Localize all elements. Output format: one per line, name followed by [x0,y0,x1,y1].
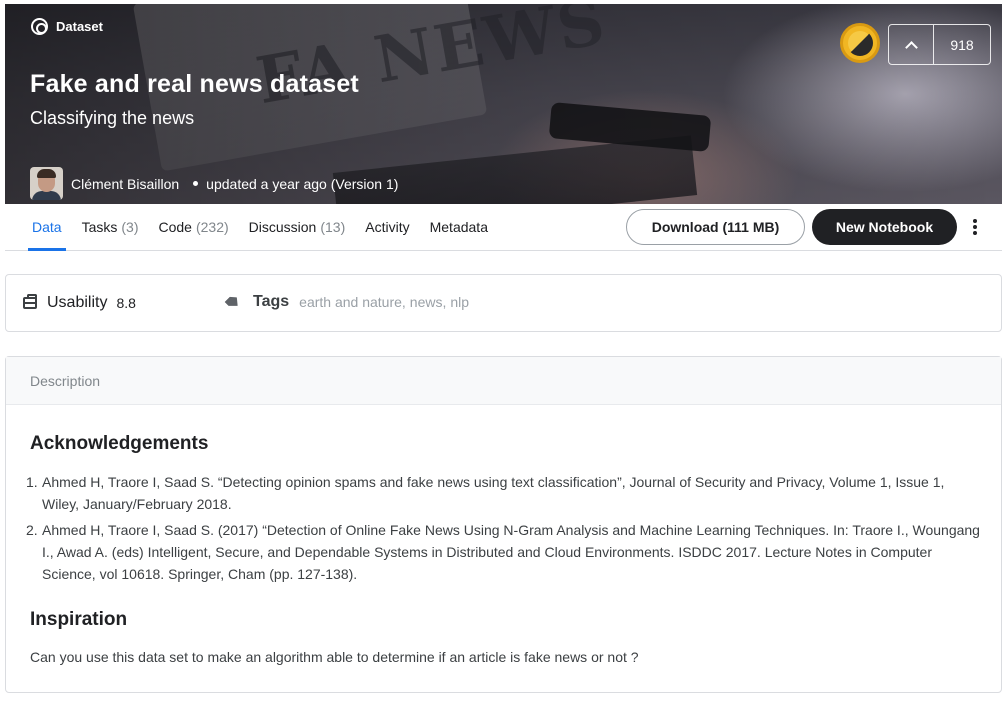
tag-link[interactable]: earth and nature [299,294,402,310]
usability-label: Usability [47,294,108,311]
new-notebook-button[interactable]: New Notebook [812,209,957,245]
list-number: 1. [26,474,38,490]
vote-count: 918 [950,36,974,53]
tab-label: Metadata [429,219,488,235]
avatar[interactable] [30,167,63,200]
tab-label: Tasks [81,219,118,235]
dataset-type-label: Dataset [31,18,103,35]
tab-data[interactable]: Data [28,204,66,251]
tag-link[interactable]: news [410,294,443,310]
reference-text: Ahmed H, Traore I, Saad S. “Detecting op… [42,474,945,512]
upvote-widget: 918 [888,24,991,65]
page-subtitle: Classifying the news [30,108,195,128]
description-header: Description [6,357,1001,405]
author-name[interactable]: Clément Bisaillon [71,176,179,192]
dataset-icon [31,18,48,35]
references-list: 1. Ahmed H, Traore I, Saad S. “Detecting… [26,471,981,589]
inspiration-text: Can you use this data set to make an alg… [30,649,639,665]
tag-link[interactable]: nlp [450,294,469,310]
tab-label: Discussion [248,219,317,235]
download-button[interactable]: Download (111 MB) [626,209,805,245]
tab-count: (13) [320,219,346,235]
author-info: Clément Bisaillon updated a year ago (Ve… [30,167,398,200]
dataset-type-text: Dataset [56,19,103,34]
tab-tasks[interactable]: Tasks (3) [82,204,139,250]
tab-metadata[interactable]: Metadata [430,204,488,250]
upvote-button[interactable] [889,25,934,64]
chevron-up-icon [904,40,918,54]
tab-code[interactable]: Code (232) [159,204,229,250]
list-number: 2. [26,522,38,538]
tags-label: Tags [253,293,290,310]
acknowledgements-heading: Acknowledgements [30,433,209,454]
tab-label: Code [158,219,192,235]
tab-label: Data [32,219,62,235]
tab-list: Data Tasks (3) Code (232) Discussion (13… [5,204,488,251]
medal-icon [840,23,880,63]
briefcase-icon [23,294,37,309]
list-item: 1. Ahmed H, Traore I, Saad S. “Detecting… [26,471,981,515]
tag-separator: , [442,294,447,310]
usability-card: Usability 8.8 Tags earth and nature, new… [5,274,1002,332]
tab-count: (3) [121,219,139,235]
page-title: Fake and real news dataset [30,70,359,98]
tag-icon [225,294,242,311]
tags-section: Tags earth and nature, news, nlp [227,293,469,311]
description-card: Description Acknowledgements 1. Ahmed H,… [5,356,1002,693]
updated-text: updated a year ago (Version 1) [206,175,399,192]
tag-separator: , [401,294,406,310]
inspiration-heading: Inspiration [30,609,128,630]
tab-bar: Data Tasks (3) Code (232) Discussion (13… [5,204,1002,251]
reference-text: Ahmed H, Traore I, Saad S. (2017) “Detec… [42,522,980,582]
usability-info: Usability 8.8 [23,294,136,312]
tab-count: (232) [195,219,229,235]
separator-dot [193,181,199,186]
list-item: 2. Ahmed H, Traore I, Saad S. (2017) “De… [26,519,981,585]
dataset-banner: FA NEWS Dataset Fake and real news datas… [5,4,1002,204]
tab-discussion[interactable]: Discussion (13) [249,204,346,250]
more-options-icon[interactable] [968,216,982,238]
tab-activity[interactable]: Activity [365,204,409,250]
tab-label: Activity [365,219,410,235]
usability-value: 8.8 [116,295,136,311]
